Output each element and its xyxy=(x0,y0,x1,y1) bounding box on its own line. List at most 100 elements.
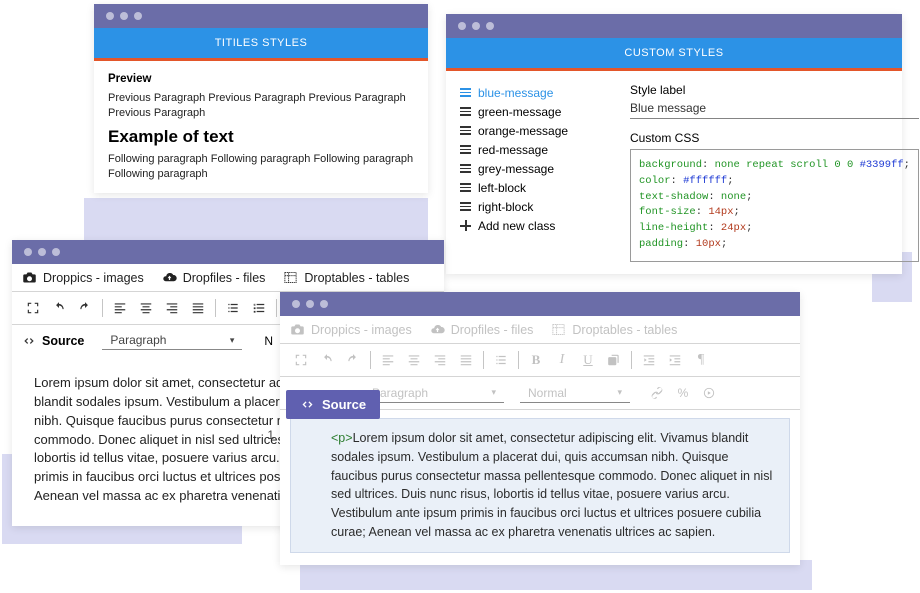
source-code-editor[interactable]: <p>Lorem ipsum dolor sit amet, consectet… xyxy=(290,418,790,553)
style-class-item[interactable]: left-block xyxy=(460,178,610,197)
separator xyxy=(370,351,371,369)
plugins-menubar: Droppics - images Dropfiles - files Drop… xyxy=(280,316,800,344)
outdent-button[interactable] xyxy=(638,350,660,370)
font-dropdown[interactable]: Normal ▾ xyxy=(520,384,630,403)
code-icon xyxy=(22,334,36,348)
bullet-list-button[interactable] xyxy=(222,298,244,318)
window-dot-icon xyxy=(106,12,114,20)
redo-button[interactable] xyxy=(342,350,364,370)
menu-label: Dropfiles - files xyxy=(451,323,534,337)
custom-css-editor[interactable]: background: none repeat scroll 0 0 #3399… xyxy=(630,149,919,262)
menu-label: Droppics - images xyxy=(43,271,144,285)
window-dot-icon xyxy=(458,22,466,30)
align-center-button[interactable] xyxy=(403,350,425,370)
anchor-button[interactable]: % xyxy=(672,383,694,403)
link-button[interactable] xyxy=(646,383,668,403)
align-justify-button[interactable] xyxy=(187,298,209,318)
window-dot-icon xyxy=(486,22,494,30)
css-line: padding: 10px; xyxy=(639,237,910,253)
style-class-label: blue-message xyxy=(478,86,553,100)
window-dot-icon xyxy=(292,300,300,308)
paragraph-dropdown[interactable]: Paragraph ▾ xyxy=(102,331,242,350)
window-titlebar[interactable] xyxy=(12,240,444,264)
camera-icon xyxy=(290,322,305,337)
window-dot-icon xyxy=(52,248,60,256)
paragraph-dropdown[interactable]: Paragraph ▾ xyxy=(364,384,504,403)
undo-button[interactable] xyxy=(48,298,70,318)
align-right-button[interactable] xyxy=(429,350,451,370)
chevron-down-icon: ▾ xyxy=(491,387,496,398)
window-titlebar[interactable] xyxy=(94,4,428,28)
style-class-item[interactable]: grey-message xyxy=(460,159,610,178)
example-heading: Example of text xyxy=(108,127,414,147)
droppics-menu[interactable]: Droppics - images xyxy=(22,270,144,285)
source-button-active[interactable]: Source xyxy=(286,390,380,419)
align-left-button[interactable] xyxy=(109,298,131,318)
droptables-menu[interactable]: Droptables - tables xyxy=(551,322,677,337)
previous-paragraph: Previous Paragraph Previous Paragraph Pr… xyxy=(108,91,414,121)
align-justify-button[interactable] xyxy=(455,350,477,370)
chevron-down-icon: ▾ xyxy=(617,387,622,398)
source-label: Source xyxy=(322,397,366,412)
indent-button[interactable] xyxy=(664,350,686,370)
menu-label: Dropfiles - files xyxy=(183,271,266,285)
style-class-item[interactable]: green-message xyxy=(460,102,610,121)
dropfiles-menu[interactable]: Dropfiles - files xyxy=(162,270,266,285)
separator xyxy=(631,351,632,369)
decor-shadow xyxy=(300,560,812,590)
cloud-upload-icon xyxy=(430,322,445,337)
dd-value: Paragraph xyxy=(110,333,166,347)
numbered-list-button[interactable] xyxy=(248,298,270,318)
style-class-label: green-message xyxy=(478,105,561,119)
italic-button[interactable]: I xyxy=(551,350,573,370)
droppics-menu[interactable]: Droppics - images xyxy=(290,322,412,337)
bold-button[interactable]: B xyxy=(525,350,547,370)
window-dot-icon xyxy=(120,12,128,20)
copy-button[interactable] xyxy=(603,350,625,370)
camera-icon xyxy=(22,270,37,285)
style-class-item[interactable]: blue-message xyxy=(460,83,610,102)
redo-button[interactable] xyxy=(74,298,96,318)
add-class-button[interactable]: Add new class xyxy=(460,216,610,235)
align-right-button[interactable] xyxy=(161,298,183,318)
dropfiles-menu[interactable]: Dropfiles - files xyxy=(430,322,534,337)
style-class-item[interactable]: right-block xyxy=(460,197,610,216)
underline-button[interactable]: U xyxy=(577,350,599,370)
window-dot-icon xyxy=(134,12,142,20)
paragraph-button[interactable]: ¶ xyxy=(690,350,712,370)
chevron-down-icon: ▾ xyxy=(230,335,235,346)
source-button[interactable]: Source xyxy=(22,334,84,348)
undo-button[interactable] xyxy=(316,350,338,370)
font-dropdown-clip[interactable]: N xyxy=(258,334,273,348)
window-titlebar[interactable] xyxy=(280,292,800,316)
css-line: color: #ffffff; xyxy=(639,174,910,190)
style-icon xyxy=(460,126,471,135)
align-center-button[interactable] xyxy=(135,298,157,318)
style-icon xyxy=(460,107,471,116)
maximize-button[interactable] xyxy=(290,350,312,370)
source-editor-window: Droppics - images Dropfiles - files Drop… xyxy=(280,292,800,565)
window-dot-icon xyxy=(306,300,314,308)
style-classes-list: blue-message green-message orange-messag… xyxy=(460,83,610,262)
html-tag: <p> xyxy=(331,431,353,445)
style-class-label: red-message xyxy=(478,143,548,157)
style-class-item[interactable]: red-message xyxy=(460,140,610,159)
maximize-button[interactable] xyxy=(22,298,44,318)
window-titlebar[interactable] xyxy=(446,14,902,38)
bullet-list-button[interactable] xyxy=(490,350,512,370)
align-left-button[interactable] xyxy=(377,350,399,370)
code-icon xyxy=(300,397,315,412)
style-label-input[interactable]: Blue message xyxy=(630,101,919,119)
css-line: line-height: 24px; xyxy=(639,221,910,237)
format-toolbar: B I U ¶ xyxy=(280,344,800,377)
source-body: Lorem ipsum dolor sit amet, consectetur … xyxy=(331,431,772,539)
media-button[interactable] xyxy=(698,383,720,403)
droptables-menu[interactable]: Droptables - tables xyxy=(283,270,409,285)
window-dot-icon xyxy=(472,22,480,30)
style-label-heading: Style label xyxy=(630,83,919,97)
style-class-item[interactable]: orange-message xyxy=(460,121,610,140)
style-icon xyxy=(460,145,471,154)
separator xyxy=(215,299,216,317)
menu-label: Droppics - images xyxy=(311,323,412,337)
css-line: background: none repeat scroll 0 0 #3399… xyxy=(639,158,910,174)
